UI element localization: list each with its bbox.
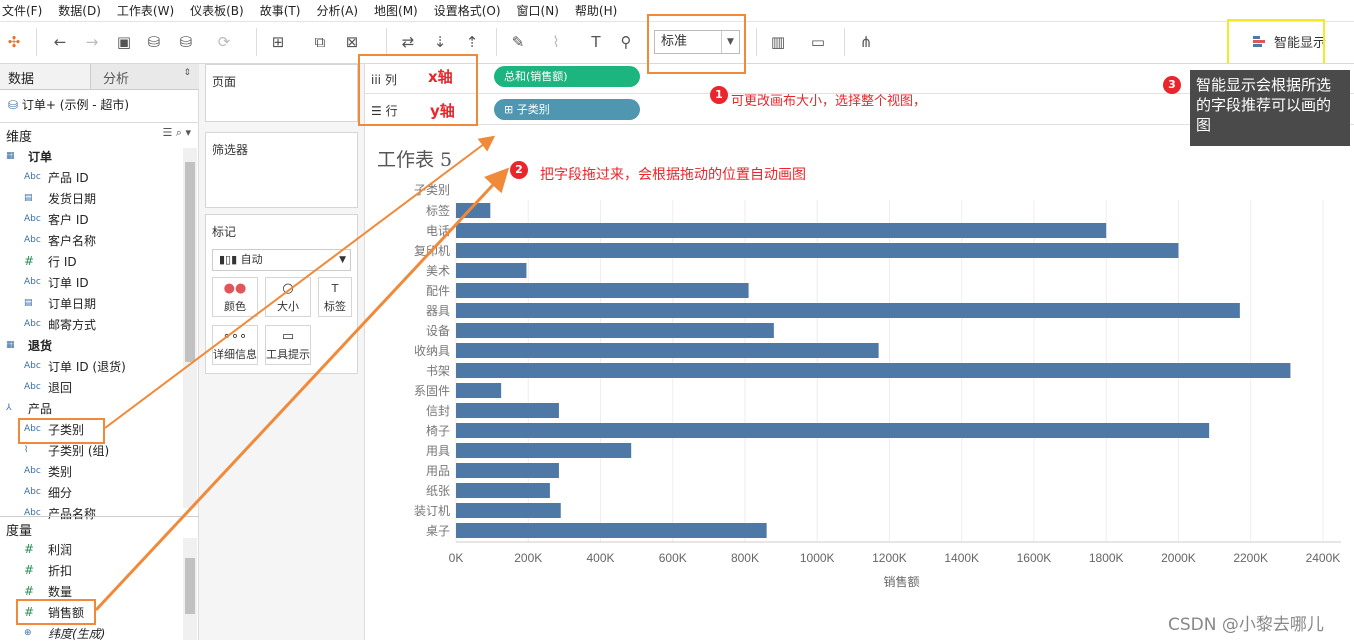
drag-arrow-rows [104, 135, 496, 429]
drag-arrows [94, 135, 510, 612]
drag-arrow-columns [94, 167, 510, 612]
watermark: CSDN @小黎去哪儿 [1168, 615, 1324, 635]
